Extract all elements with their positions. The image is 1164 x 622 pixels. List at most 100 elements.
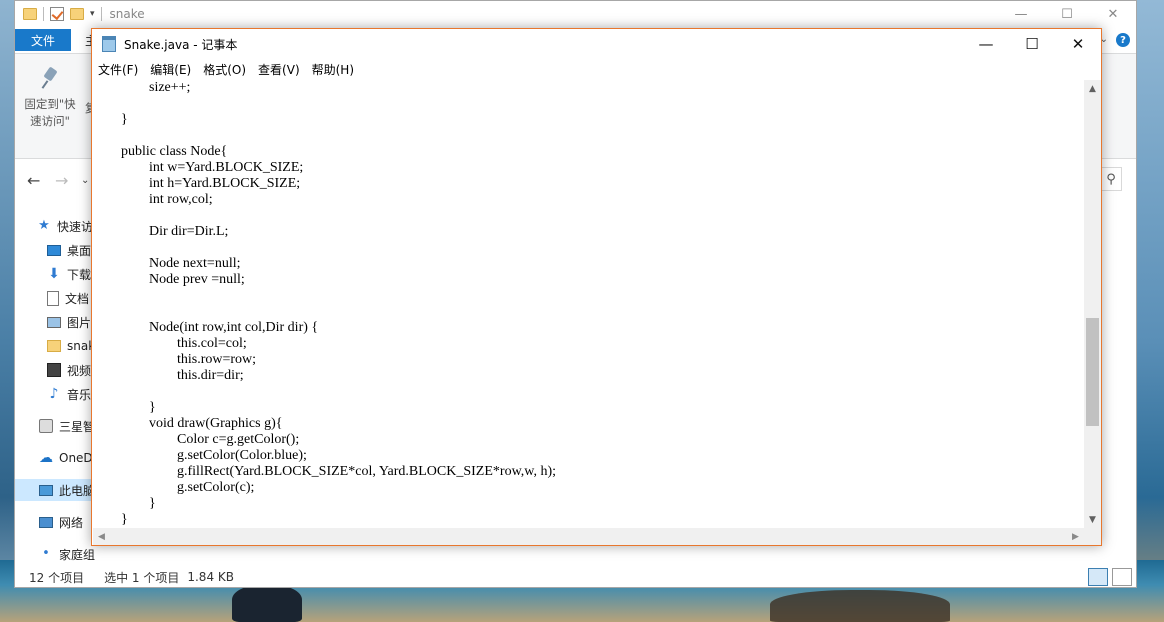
sidebar-item-this-pc[interactable]: 此电脑 xyxy=(15,479,93,501)
video-icon xyxy=(47,363,61,377)
menu-edit[interactable]: 编辑(E) xyxy=(144,61,197,78)
sidebar-item-label: 图片 xyxy=(67,315,92,330)
music-icon: ♪ xyxy=(49,386,59,402)
code-line: int h=Yard.BLOCK_SIZE; xyxy=(93,176,301,191)
search-icon[interactable]: ⚲ xyxy=(1100,167,1122,191)
navigation-pane: ★ 快速访 桌面 ⬇ 下载 文档 图片 snak 视频 ♪ 音乐 三星智 ☁ O… xyxy=(15,211,96,567)
scroll-up-icon[interactable]: ▲ xyxy=(1084,80,1101,97)
code-line: Dir dir=Dir.L; xyxy=(93,224,229,239)
notepad-titlebar: Snake.java - 记事本 — ☐ ✕ xyxy=(92,29,1101,59)
wallpaper-right-strip xyxy=(1137,0,1164,622)
selection-count: 选中 1 个项目 xyxy=(104,570,180,585)
scrollbar-thumb[interactable] xyxy=(1086,318,1099,426)
code-line: public class Node{ xyxy=(93,144,228,159)
code-line: } xyxy=(93,400,156,415)
maximize-icon[interactable]: ☐ xyxy=(1009,29,1055,59)
toolbar-separator xyxy=(100,7,102,21)
close-icon[interactable]: ✕ xyxy=(1055,29,1101,59)
sidebar-item-label: 三星智 xyxy=(59,419,96,434)
sidebar-item-label: 视频 xyxy=(67,363,92,378)
text-editor[interactable]: size++; } public class Node{ int w=Yard.… xyxy=(93,80,1083,528)
help-icon[interactable]: ? xyxy=(1116,33,1130,47)
menu-view[interactable]: 查看(V) xyxy=(252,61,306,78)
sidebar-item-homegroup[interactable]: • 家庭组 xyxy=(39,543,117,565)
minimize-icon[interactable]: — xyxy=(963,29,1009,59)
folder-icon xyxy=(47,340,61,352)
notepad-window: Snake.java - 记事本 — ☐ ✕ 文件(F) 编辑(E) 格式(O)… xyxy=(91,28,1102,546)
pin-label: 固定到"快速访问" xyxy=(24,97,76,128)
sidebar-item-label: 下载 xyxy=(67,267,92,282)
tab-file[interactable]: 文件 xyxy=(15,29,71,51)
sidebar-item-label: OneD xyxy=(59,451,93,465)
large-icons-view-icon[interactable] xyxy=(1112,568,1132,586)
sidebar-item-label: 此电脑 xyxy=(59,483,93,498)
notepad-app-icon xyxy=(102,36,116,52)
scroll-left-icon[interactable]: ◀ xyxy=(93,528,110,545)
picture-icon xyxy=(47,316,61,328)
code-line: Color c=g.getColor(); xyxy=(93,432,300,447)
code-line: void draw(Graphics g){ xyxy=(93,416,283,431)
minimize-icon[interactable]: — xyxy=(998,1,1044,27)
item-count: 12 个项目 xyxy=(29,570,85,585)
code-line: int row,col; xyxy=(93,192,213,207)
toolbar-separator xyxy=(43,7,44,21)
drive-icon xyxy=(39,419,53,433)
sidebar-item-label: 网络 xyxy=(59,515,84,530)
menu-file[interactable]: 文件(F) xyxy=(92,61,144,78)
status-bar: 12 个项目 选中 1 个项目 1.84 KB xyxy=(15,565,1136,589)
forward-arrow-icon[interactable]: → xyxy=(55,171,68,190)
desktop-icon xyxy=(47,244,61,256)
details-view-icon[interactable] xyxy=(1088,568,1108,586)
vertical-scrollbar[interactable]: ▲ ▼ xyxy=(1084,80,1101,528)
code-line: Node next=null; xyxy=(93,256,241,271)
code-line: g.fillRect(Yard.BLOCK_SIZE*col, Yard.BLO… xyxy=(93,464,557,479)
pc-icon xyxy=(39,484,53,496)
recent-locations-icon[interactable]: ⌄ xyxy=(81,175,89,186)
code-text[interactable]: size++; } public class Node{ int w=Yard.… xyxy=(93,80,1083,528)
quick-access-toolbar: ▾ xyxy=(23,7,102,21)
code-line: int w=Yard.BLOCK_SIZE; xyxy=(93,160,304,175)
network-icon xyxy=(39,516,53,528)
code-line: g.setColor(Color.blue); xyxy=(93,448,307,463)
maximize-icon[interactable]: ☐ xyxy=(1044,1,1090,27)
code-line: Node prev =null; xyxy=(93,272,245,287)
new-folder-icon[interactable] xyxy=(70,8,84,20)
star-icon: ★ xyxy=(38,218,50,233)
scroll-down-icon[interactable]: ▼ xyxy=(1084,511,1101,528)
close-icon[interactable]: ✕ xyxy=(1090,1,1136,27)
code-line: } xyxy=(93,512,128,527)
code-line: size++; xyxy=(93,80,191,95)
sidebar-item-label: 桌面 xyxy=(67,243,92,258)
notepad-menu-bar: 文件(F) 编辑(E) 格式(O) 查看(V) 帮助(H) xyxy=(92,59,1101,79)
horizontal-scrollbar[interactable]: ◀ ▶ xyxy=(93,528,1084,545)
back-arrow-icon[interactable]: ← xyxy=(27,171,40,190)
notepad-window-controls: — ☐ ✕ xyxy=(963,29,1101,59)
menu-format[interactable]: 格式(O) xyxy=(197,61,252,78)
menu-help[interactable]: 帮助(H) xyxy=(306,61,360,78)
explorer-titlebar: ▾ snake — ☐ ✕ xyxy=(15,1,1136,27)
sidebar-item-label: 快速访 xyxy=(57,219,94,234)
code-line: this.dir=dir; xyxy=(93,368,244,383)
homegroup-icon: • xyxy=(42,546,50,561)
view-switcher xyxy=(1088,568,1132,586)
scroll-right-icon[interactable]: ▶ xyxy=(1067,528,1084,545)
wallpaper-left-strip xyxy=(0,0,14,622)
properties-icon[interactable] xyxy=(50,7,64,21)
code-line: Node(int row,int col,Dir dir) { xyxy=(93,320,319,335)
wallpaper-rock-right xyxy=(770,590,950,622)
wallpaper-rock xyxy=(232,585,302,622)
explorer-window-controls: — ☐ ✕ xyxy=(998,1,1136,27)
notepad-title: Snake.java - 记事本 xyxy=(124,37,238,52)
scrollbar-corner xyxy=(1084,528,1101,545)
customize-toolbar-icon[interactable]: ▾ xyxy=(90,9,95,19)
sidebar-item-label: 音乐 xyxy=(67,387,92,402)
selection-size: 1.84 KB xyxy=(187,570,234,584)
pin-to-quick-access-button[interactable]: 固定到"快速访问" xyxy=(19,64,81,130)
code-line: } xyxy=(93,496,156,511)
